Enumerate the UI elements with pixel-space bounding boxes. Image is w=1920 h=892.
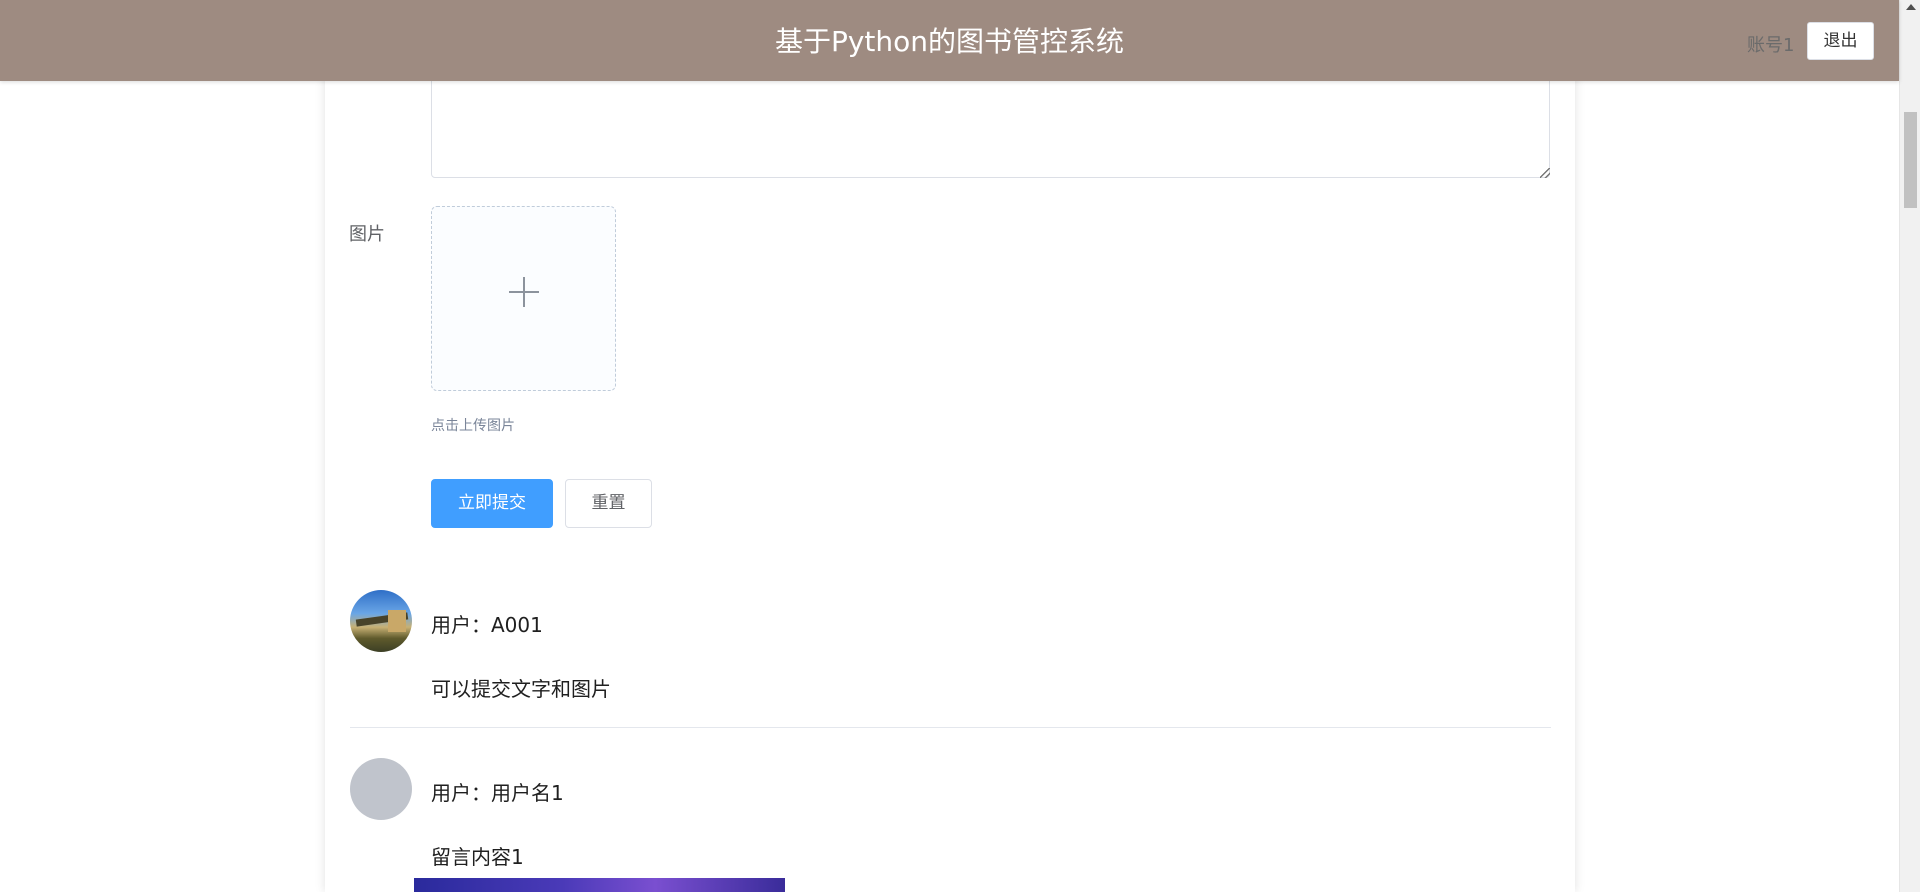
account-name: 账号1 xyxy=(1747,35,1795,56)
image-uploader[interactable] xyxy=(431,206,616,391)
comment-content: 留言内容1 xyxy=(431,845,524,869)
reset-button[interactable]: 重置 xyxy=(565,479,652,528)
page-title: 基于Python的图书管控系统 xyxy=(774,25,1125,58)
avatar xyxy=(350,590,412,652)
comment-user: 用户：A001 xyxy=(431,613,543,637)
upload-tip: 点击上传图片 xyxy=(431,418,515,434)
textarea-resize-handle[interactable] xyxy=(1540,168,1550,178)
scrollbar-thumb[interactable] xyxy=(1904,112,1917,208)
comment-content: 可以提交文字和图片 xyxy=(431,677,611,701)
submit-button[interactable]: 立即提交 xyxy=(431,479,553,528)
avatar xyxy=(350,758,412,820)
vertical-scrollbar[interactable] xyxy=(1899,0,1920,892)
logout-button[interactable]: 退出 xyxy=(1807,22,1874,60)
resize-grip-icon xyxy=(1540,168,1550,178)
scroll-up-arrow-icon[interactable] xyxy=(1906,4,1916,10)
image-field-label: 图片 xyxy=(349,224,385,245)
comment-divider xyxy=(350,727,1551,728)
comment-user: 用户：用户名1 xyxy=(431,781,564,805)
comment-image xyxy=(414,878,785,892)
top-header: 基于Python的图书管控系统 账号1 退出 xyxy=(0,0,1899,81)
